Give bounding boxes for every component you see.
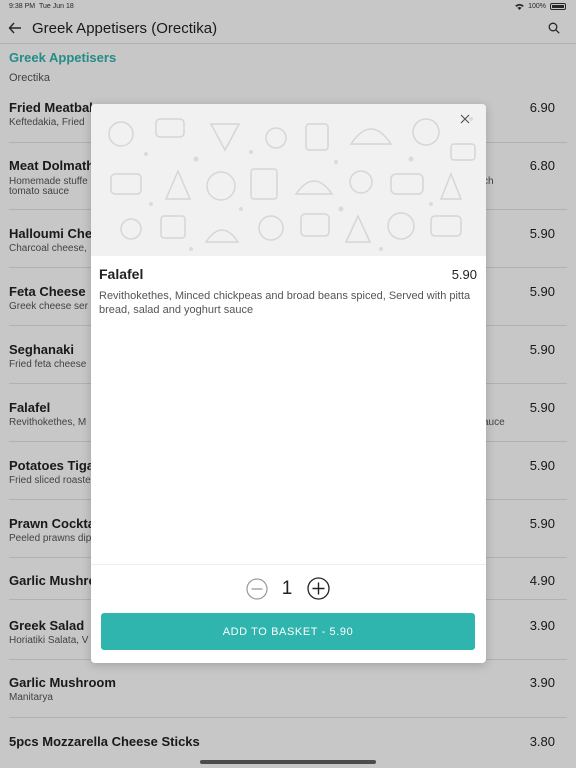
food-pattern-image bbox=[91, 104, 486, 256]
minus-circle-icon[interactable] bbox=[246, 578, 268, 600]
quantity-value: 1 bbox=[281, 578, 293, 599]
item-detail-modal: Falafel 5.90 Revithokethes, Minced chick… bbox=[91, 104, 486, 663]
food-doodle-pattern bbox=[108, 117, 476, 251]
item-description: Revithokethes, Minced chickpeas and broa… bbox=[99, 290, 471, 316]
home-indicator[interactable] bbox=[200, 760, 376, 764]
add-to-basket-button[interactable]: ADD TO BASKET - 5.90 bbox=[101, 613, 475, 650]
item-name: Falafel bbox=[99, 266, 144, 282]
close-icon[interactable] bbox=[460, 114, 470, 124]
item-price: 5.90 bbox=[451, 267, 477, 282]
modal-divider bbox=[91, 564, 486, 565]
plus-circle-icon[interactable] bbox=[307, 577, 330, 600]
